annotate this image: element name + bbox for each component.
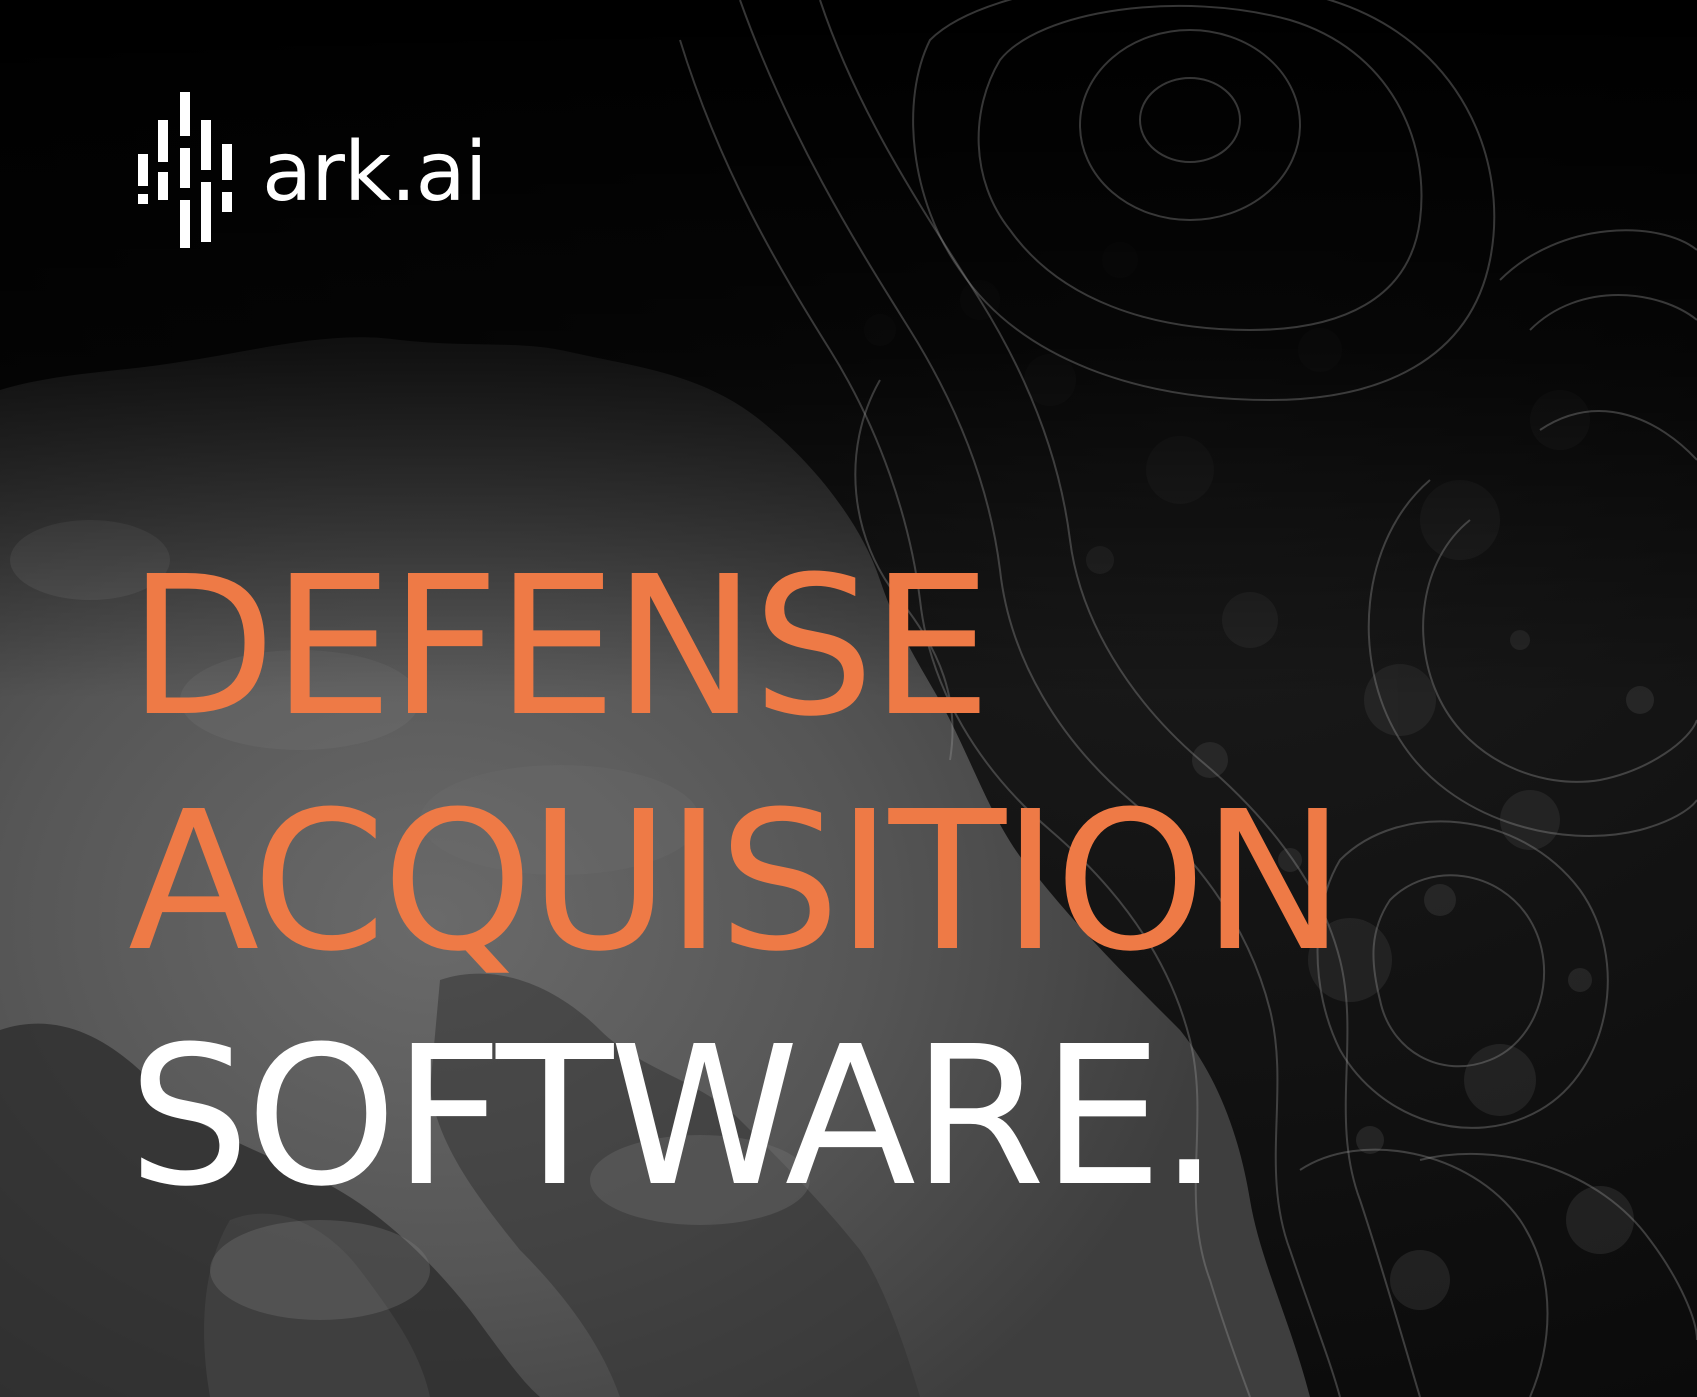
- headline-line-1: DEFENSE: [128, 536, 992, 759]
- hero-banner: ark.ai DEFENSE ACQUISITION SOFTWARE.: [0, 0, 1697, 1397]
- brand-name: ark.ai: [262, 125, 488, 220]
- headline-line-3: SOFTWARE.: [128, 1006, 1220, 1229]
- bar-grid-logo-icon: [138, 92, 232, 248]
- headline: DEFENSE ACQUISITION SOFTWARE.: [128, 530, 1345, 1235]
- headline-line-2: ACQUISITION: [128, 771, 1345, 994]
- brand-logo[interactable]: ark.ai: [138, 92, 488, 248]
